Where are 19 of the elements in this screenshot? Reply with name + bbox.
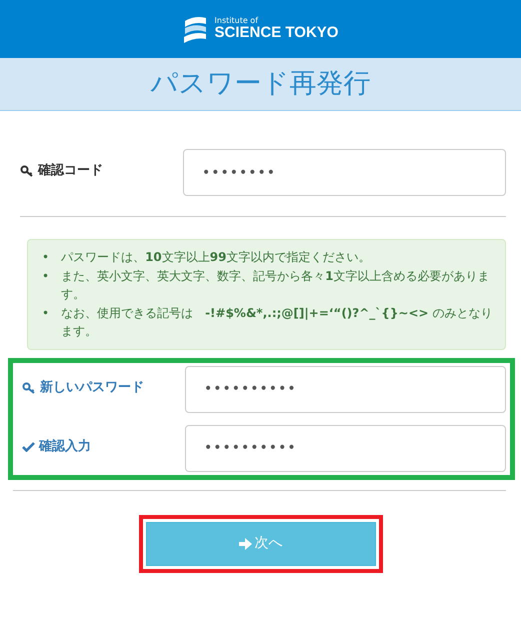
input-field[interactable]: •••••••••• (185, 424, 506, 472)
bullet: • (42, 268, 50, 285)
logo-icon (182, 15, 207, 43)
arrow-icon (238, 538, 252, 550)
notice-text: パスワードは、10文字以上99文字以内で指定ください。 (61, 249, 372, 266)
bullet: • (42, 249, 50, 266)
bullet: • (42, 304, 50, 322)
key-icon (22, 382, 36, 394)
field-label: 確認入力 (39, 438, 91, 456)
check-icon (22, 441, 35, 452)
input-field[interactable]: •••••••• (183, 149, 506, 196)
key-icon (20, 164, 34, 177)
input-field[interactable]: •••••••••• (185, 366, 506, 413)
logo-text: SCIENCE TOKYO (214, 24, 338, 42)
field-label: 新しいパスワード (40, 378, 144, 397)
logo-subtitle: Institute of (214, 16, 260, 25)
page-title: パスワード再発行 (150, 66, 370, 101)
notice-text: なお、使用できる記号は -!#$%&*,.:;@[]|+=‘“()?^_`{}~<> のみとなります。 (61, 304, 494, 340)
field-label: 確認コード (38, 162, 103, 180)
